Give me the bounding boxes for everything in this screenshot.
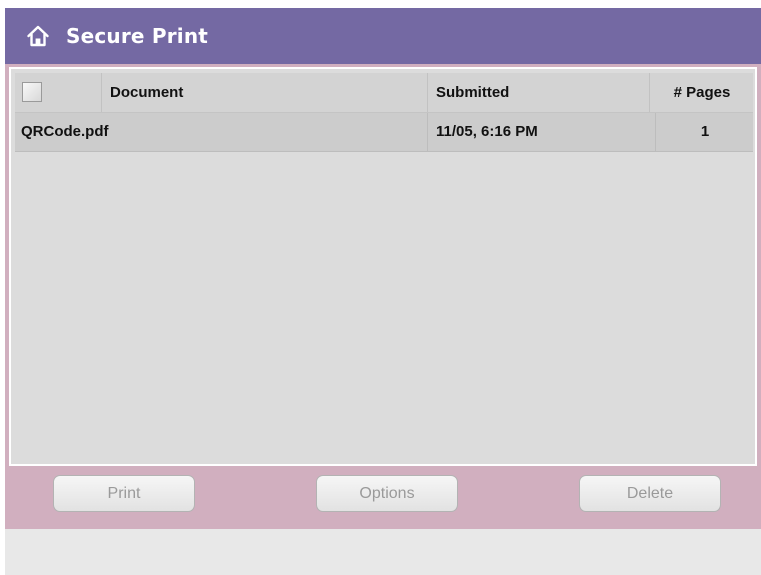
column-header-document[interactable]: Document	[101, 73, 428, 112]
table-header: Document Submitted # Pages	[15, 73, 753, 113]
submitted-time: 11/05, 6:16 PM	[427, 113, 658, 151]
title-bar: Secure Print	[5, 8, 761, 64]
delete-button[interactable]: Delete	[579, 475, 721, 512]
select-all-checkbox[interactable]	[22, 82, 42, 102]
page-title: Secure Print	[66, 24, 209, 48]
print-button[interactable]: Print	[53, 475, 195, 512]
table-row[interactable]: QRCode.pdf 11/05, 6:16 PM 1	[15, 113, 753, 152]
options-button[interactable]: Options	[316, 475, 458, 512]
secure-print-app: Secure Print Document Submitted # Pages …	[5, 8, 761, 575]
home-icon[interactable]	[25, 23, 51, 49]
job-list-panel: Document Submitted # Pages QRCode.pdf 11…	[9, 67, 757, 466]
page-count: 1	[655, 113, 754, 151]
column-header-submitted[interactable]: Submitted	[427, 73, 658, 112]
document-name: QRCode.pdf	[21, 123, 109, 140]
column-header-pages[interactable]: # Pages	[649, 73, 754, 112]
